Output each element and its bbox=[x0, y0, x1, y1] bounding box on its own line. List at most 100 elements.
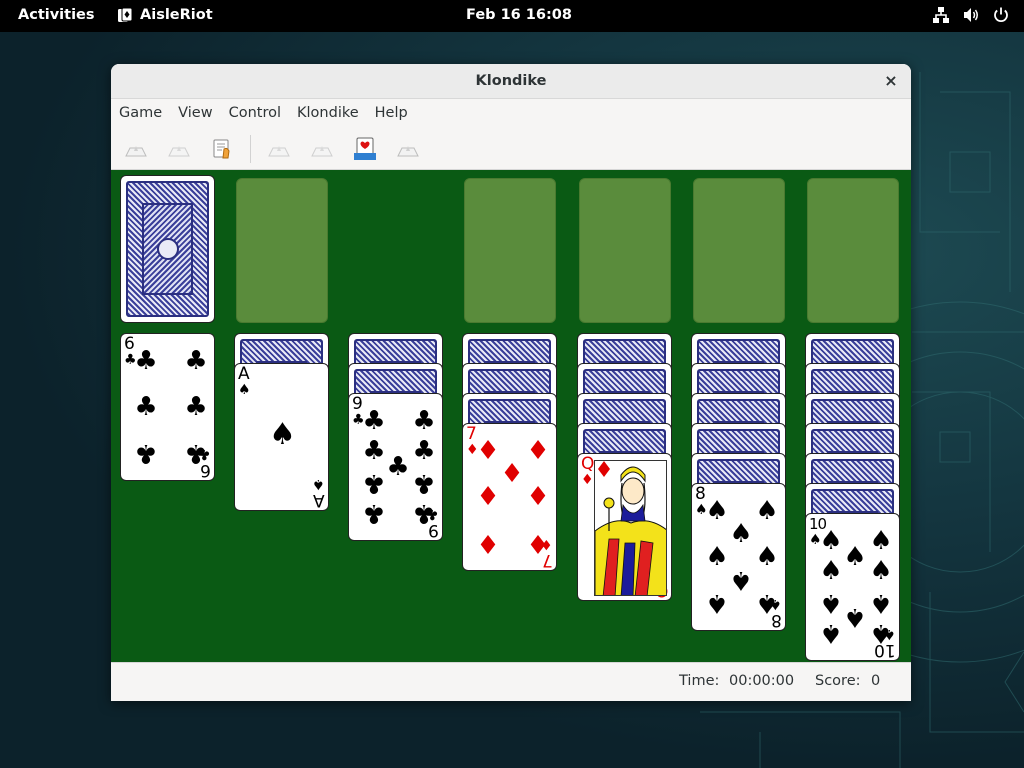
card-pip: ♠ bbox=[869, 588, 893, 618]
foundation-slot-4[interactable] bbox=[807, 178, 899, 323]
card-pip: ♠ bbox=[705, 542, 729, 572]
game-board[interactable]: 6 ♣ 6 ♣ ♣ ♣ ♣ ♣ ♣ ♣ A ♠ A ♠ ♠ 9 ♣ 9 ♣ ♣ ♣ ♣ ♣ ♣ ♣ ♣ ♣ ♣ 7 ♦ 7 ♦ ♦ ♦ ♦ ♦ ♦ ♦ ♦ Q… bbox=[111, 170, 911, 662]
tableau-4-top-card[interactable]: 7 ♦ 7 ♦ ♦ ♦ ♦ ♦ ♦ ♦ ♦ bbox=[462, 423, 557, 571]
card-pip: ♦ bbox=[526, 482, 550, 512]
leave-fullscreen-button[interactable] bbox=[396, 137, 420, 161]
time-label: Time: bbox=[679, 673, 720, 689]
menu-view[interactable]: View bbox=[170, 105, 220, 121]
card-pip: ♣ bbox=[386, 452, 410, 482]
card-pip: ♣ bbox=[362, 436, 386, 466]
card-pip: ♠ bbox=[819, 588, 843, 618]
score-value: 0 bbox=[871, 673, 881, 689]
card-pip: ♣ bbox=[412, 468, 436, 498]
undo-icon bbox=[268, 146, 290, 157]
card-rank: Q bbox=[581, 454, 595, 474]
tableau-7-top-card[interactable]: 10 ♠ 10 ♠ ♠ ♠ ♠ ♠ ♠ ♠ ♠ ♠ ♠ ♠ bbox=[805, 513, 900, 661]
card-pip: ♠ bbox=[755, 542, 779, 572]
menu-control[interactable]: Control bbox=[221, 105, 289, 121]
redo-icon bbox=[311, 146, 333, 157]
volume-icon[interactable] bbox=[962, 6, 980, 24]
card-pip: ♣ bbox=[134, 346, 158, 376]
tableau-6-top-card[interactable]: 8 ♠ 8 ♠ ♠ ♠ ♠ ♠ ♠ ♠ ♠ ♠ bbox=[691, 483, 786, 631]
card-pip: ♦ bbox=[500, 459, 524, 489]
restart-button[interactable] bbox=[167, 137, 191, 161]
card-pip: ♣ bbox=[412, 406, 436, 436]
new-game-button[interactable] bbox=[124, 137, 148, 161]
card-rank: A bbox=[238, 364, 250, 384]
app-name: AisleRiot bbox=[140, 7, 213, 23]
menu-klondike[interactable]: Klondike bbox=[289, 105, 367, 121]
card-pip: ♦ bbox=[476, 436, 500, 466]
card-pip: ♠ bbox=[843, 542, 867, 572]
undo-button[interactable] bbox=[267, 137, 291, 161]
tableau-3-top-card[interactable]: 9 ♣ 9 ♣ ♣ ♣ ♣ ♣ ♣ ♣ ♣ ♣ ♣ bbox=[348, 393, 443, 541]
card-pip: ♠ bbox=[705, 588, 729, 618]
card-pip: ♣ bbox=[134, 392, 158, 422]
foundation-slot-1[interactable] bbox=[464, 178, 556, 323]
card-pip: ♣ bbox=[184, 392, 208, 422]
card-suit: ♦ bbox=[581, 472, 594, 488]
card-pip: ♠ bbox=[819, 618, 843, 648]
stock-pile[interactable] bbox=[120, 175, 215, 323]
new-game-icon bbox=[125, 146, 147, 157]
card-pip: ♠ bbox=[869, 556, 893, 586]
card-pip: ♠ bbox=[755, 588, 779, 618]
deal-cards-icon bbox=[354, 137, 376, 160]
card-pip: ♣ bbox=[412, 436, 436, 466]
card-pip: ♠ bbox=[755, 496, 779, 526]
power-icon[interactable] bbox=[992, 6, 1010, 24]
card-pip: ♠ bbox=[269, 417, 296, 452]
tableau-5-top-card[interactable]: Q♦Q♦ bbox=[577, 453, 672, 601]
foundation-slot-3[interactable] bbox=[693, 178, 785, 323]
toolbar bbox=[111, 127, 911, 170]
klondike-window: Klondike × Game View Control Klondike He… bbox=[111, 64, 911, 701]
menu-game[interactable]: Game bbox=[111, 105, 170, 121]
waste-slot[interactable] bbox=[236, 178, 328, 323]
time-value: 00:00:00 bbox=[729, 673, 795, 689]
card-pip: ♣ bbox=[362, 406, 386, 436]
activities-button[interactable]: Activities bbox=[18, 7, 95, 23]
app-menu[interactable]: AisleRiot bbox=[117, 7, 213, 23]
close-button[interactable]: × bbox=[881, 71, 901, 91]
card-suit: ♠ bbox=[312, 476, 325, 492]
card-pip: ♠ bbox=[869, 526, 893, 556]
menu-bar: Game View Control Klondike Help bbox=[111, 99, 911, 127]
fullscreen-icon bbox=[397, 146, 419, 157]
score-label: Score: bbox=[815, 673, 861, 689]
card-pip: ♠ bbox=[705, 496, 729, 526]
card-pip: ♣ bbox=[134, 438, 158, 468]
hint-button[interactable] bbox=[210, 137, 234, 161]
toolbar-separator bbox=[250, 135, 251, 163]
network-icon[interactable] bbox=[932, 6, 950, 24]
top-bar: Activities AisleRiot Feb 16 16:08 bbox=[0, 0, 1024, 32]
card-suit: ♠ bbox=[238, 382, 251, 398]
window-title: Klondike bbox=[475, 73, 547, 89]
clock[interactable]: Feb 16 16:08 bbox=[466, 7, 572, 23]
tableau-2-top-card[interactable]: A ♠ A ♠ ♠ bbox=[234, 363, 329, 511]
card-pip: ♦ bbox=[476, 528, 500, 558]
card-pip: ♣ bbox=[184, 346, 208, 376]
menu-help[interactable]: Help bbox=[367, 105, 416, 121]
status-bar: Time: 00:00:00 Score: 0 bbox=[111, 662, 911, 701]
card-pip: ♦ bbox=[476, 482, 500, 512]
title-bar[interactable]: Klondike × bbox=[111, 64, 911, 99]
card-pip: ♠ bbox=[819, 526, 843, 556]
card-pip: ♠ bbox=[729, 565, 753, 595]
card-pip: ♣ bbox=[362, 468, 386, 498]
card-pip: ♣ bbox=[362, 498, 386, 528]
cards-app-icon bbox=[118, 7, 133, 22]
system-tray[interactable] bbox=[932, 6, 1010, 24]
foundation-slot-2[interactable] bbox=[579, 178, 671, 323]
card-pip: ♦ bbox=[526, 436, 550, 466]
redo-button[interactable] bbox=[310, 137, 334, 161]
deal-button[interactable] bbox=[353, 137, 377, 161]
card-pip: ♣ bbox=[412, 498, 436, 528]
card-pip: ♦ bbox=[526, 528, 550, 558]
restart-icon bbox=[168, 146, 190, 157]
tableau-1-top-card[interactable]: 6 ♣ 6 ♣ ♣ ♣ ♣ ♣ ♣ ♣ bbox=[120, 333, 215, 481]
card-rank: A bbox=[313, 490, 325, 510]
card-pip: ♠ bbox=[843, 602, 867, 632]
card-pip: ♣ bbox=[184, 438, 208, 468]
hint-icon bbox=[213, 139, 230, 159]
card-pip: ♠ bbox=[869, 618, 893, 648]
